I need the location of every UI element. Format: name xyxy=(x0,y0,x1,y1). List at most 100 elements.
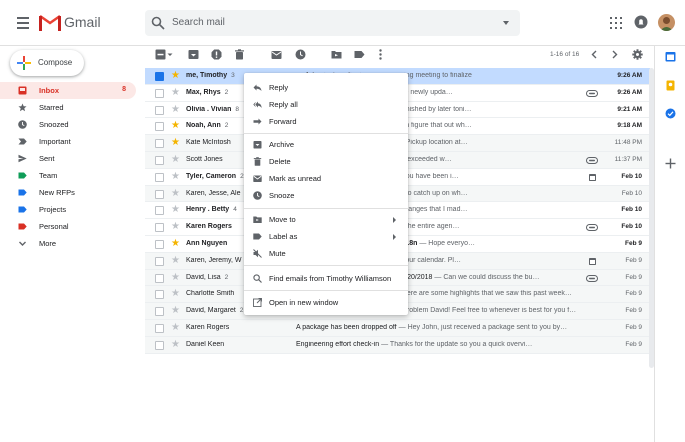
row-checkbox[interactable] xyxy=(155,155,164,165)
trash-icon[interactable] xyxy=(234,49,245,60)
row-checkbox[interactable] xyxy=(155,122,164,132)
search-input[interactable]: Search mail xyxy=(172,17,225,28)
sidebar-item-new-rfps[interactable]: New RFPs xyxy=(0,184,136,201)
sidebar-item-important[interactable]: Important xyxy=(0,133,136,150)
important-icon xyxy=(18,138,27,145)
calendar-event-icon[interactable] xyxy=(586,173,598,181)
sidebar-item-more[interactable]: More xyxy=(0,235,136,252)
menu-item-open-in-new-window[interactable]: Open in new window xyxy=(244,294,408,311)
search-bar[interactable]: Search mail xyxy=(145,10,520,36)
row-checkbox[interactable] xyxy=(155,223,164,233)
menu-item-reply[interactable]: Reply xyxy=(244,79,408,96)
sidebar-item-label: Personal xyxy=(39,222,69,231)
add-addon-plus-icon[interactable] xyxy=(665,158,676,169)
star-icon[interactable]: ★ xyxy=(171,204,180,215)
star-icon[interactable]: ★ xyxy=(171,137,180,148)
star-icon[interactable]: ★ xyxy=(171,70,180,81)
app-brand: Gmail xyxy=(64,14,101,30)
sidebar-item-team[interactable]: Team xyxy=(0,167,136,184)
sidebar-item-sent[interactable]: Sent xyxy=(0,150,136,167)
attachment-icon[interactable] xyxy=(586,224,598,232)
settings-gear-icon[interactable] xyxy=(632,49,643,60)
star-icon[interactable]: ★ xyxy=(171,188,180,199)
row-checkbox[interactable] xyxy=(155,307,164,317)
row-checkbox[interactable] xyxy=(155,139,164,149)
menu-item-mark-as-unread[interactable]: Mark as unread xyxy=(244,170,408,187)
mark-as-unread-icon[interactable] xyxy=(271,49,282,60)
compose-plus-icon xyxy=(17,56,31,70)
row-checkbox[interactable] xyxy=(155,323,164,333)
row-checkbox[interactable] xyxy=(155,290,164,300)
main-menu-button[interactable] xyxy=(14,14,32,32)
email-row[interactable]: ★ Daniel Keen Engineering effort check-in … xyxy=(145,336,650,354)
star-icon[interactable]: ★ xyxy=(171,221,180,232)
older-chevron-right-icon[interactable] xyxy=(611,49,619,60)
more-options-icon[interactable] xyxy=(378,49,383,60)
star-icon[interactable]: ★ xyxy=(171,288,180,299)
row-checkbox[interactable] xyxy=(155,206,164,216)
notifications-bell-icon[interactable] xyxy=(634,15,648,29)
row-checkbox[interactable] xyxy=(155,340,164,350)
row-checkbox[interactable] xyxy=(155,172,164,182)
menu-item-reply-all[interactable]: Reply all xyxy=(244,96,408,113)
menu-item-label-as[interactable]: Label as xyxy=(244,228,408,245)
report-spam-icon[interactable] xyxy=(211,49,222,60)
sidebar-item-inbox[interactable]: Inbox 8 xyxy=(0,82,136,99)
attachment-icon[interactable] xyxy=(586,274,598,282)
attachment-icon[interactable] xyxy=(586,89,598,97)
calendar-event-icon[interactable] xyxy=(586,257,598,265)
sidebar-item-snoozed[interactable]: Snoozed xyxy=(0,116,136,133)
mute-icon xyxy=(253,249,262,258)
star-icon[interactable]: ★ xyxy=(171,87,180,98)
move-to-icon[interactable] xyxy=(331,49,342,60)
select-dropdown-icon[interactable] xyxy=(167,49,173,60)
star-icon[interactable]: ★ xyxy=(171,272,180,283)
select-all-checkbox[interactable] xyxy=(155,49,166,60)
avatar[interactable] xyxy=(658,14,675,31)
star-icon[interactable]: ★ xyxy=(171,305,180,316)
sidebar-item-personal[interactable]: Personal xyxy=(0,218,136,235)
star-icon[interactable]: ★ xyxy=(171,104,180,115)
star-icon[interactable]: ★ xyxy=(171,238,180,249)
sidebar-item-starred[interactable]: Starred xyxy=(0,99,136,116)
archive-icon[interactable] xyxy=(188,49,199,60)
menu-item-move-to[interactable]: Move to xyxy=(244,211,408,228)
email-date: Feb 9 xyxy=(625,307,642,315)
star-icon[interactable]: ★ xyxy=(171,339,180,350)
email-row[interactable]: ★ Karen Rogers A package has been dropped … xyxy=(145,319,650,337)
star-icon[interactable]: ★ xyxy=(171,255,180,266)
row-checkbox[interactable] xyxy=(155,72,164,81)
email-date: 9:26 AM xyxy=(617,88,642,96)
label-as-icon[interactable] xyxy=(354,49,365,60)
row-checkbox[interactable] xyxy=(155,88,164,98)
star-icon[interactable]: ★ xyxy=(171,154,180,165)
star-icon[interactable]: ★ xyxy=(171,171,180,182)
newer-chevron-left-icon[interactable] xyxy=(590,49,598,60)
keep-app-icon[interactable] xyxy=(665,80,676,91)
menu-divider xyxy=(244,290,408,291)
search-options-icon[interactable] xyxy=(503,21,509,25)
menu-item-mute[interactable]: Mute xyxy=(244,245,408,262)
menu-item-forward[interactable]: Forward xyxy=(244,113,408,130)
menu-item-label: Mute xyxy=(269,249,286,258)
menu-item-archive[interactable]: Archive xyxy=(244,136,408,153)
menu-item-find-emails-from[interactable]: Find emails from Timothy Williamson xyxy=(244,270,408,287)
row-checkbox[interactable] xyxy=(155,105,164,115)
menu-item-delete[interactable]: Delete xyxy=(244,153,408,170)
row-checkbox[interactable] xyxy=(155,239,164,249)
row-checkbox[interactable] xyxy=(155,273,164,283)
row-checkbox[interactable] xyxy=(155,189,164,199)
compose-button[interactable]: Compose xyxy=(10,50,84,76)
apps-grid-icon[interactable] xyxy=(610,17,622,29)
snooze-clock-icon[interactable] xyxy=(295,49,306,60)
sender-name: Tyler, Cameron xyxy=(186,172,237,180)
star-icon[interactable]: ★ xyxy=(171,120,180,131)
calendar-app-icon[interactable] xyxy=(665,51,676,62)
sidebar-item-projects[interactable]: Projects xyxy=(0,201,136,218)
tasks-app-icon[interactable] xyxy=(665,108,676,119)
email-snippet: — Hope everyo… xyxy=(417,239,475,247)
star-icon[interactable]: ★ xyxy=(171,322,180,333)
attachment-icon[interactable] xyxy=(586,156,598,164)
row-checkbox[interactable] xyxy=(155,256,164,266)
menu-item-snooze[interactable]: Snooze xyxy=(244,187,408,204)
